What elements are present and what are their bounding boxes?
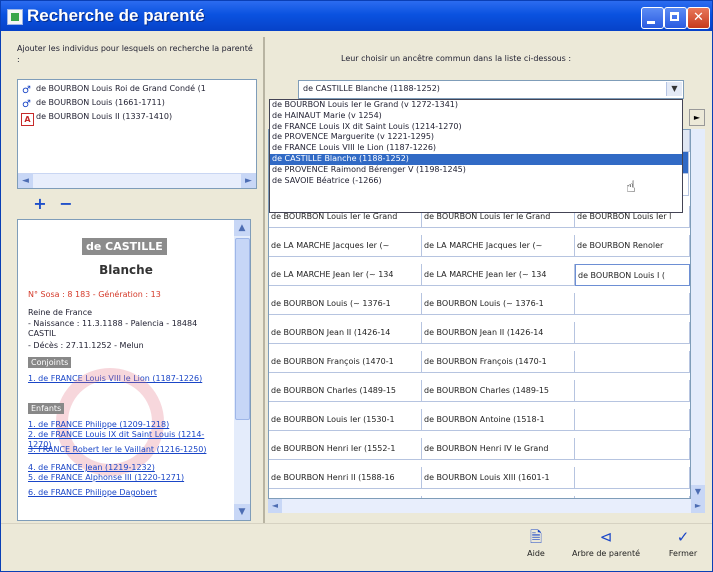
- help-button-label: Aide: [527, 549, 545, 558]
- scroll-down-icon[interactable]: ▼: [234, 504, 250, 520]
- grid-cell[interactable]: de BOURBON Henri II (1588-16: [269, 467, 422, 489]
- ancestor-select-value: de CASTILLE Blanche (1188-1252): [303, 84, 440, 93]
- title-bar: Recherche de parenté ✕: [1, 1, 712, 31]
- scroll-right-icon[interactable]: ►: [241, 174, 256, 188]
- individual-label: de BOURBON Louis Roi de Grand Condé (1: [36, 84, 206, 93]
- window-title: Recherche de parenté: [27, 6, 205, 25]
- dropdown-option[interactable]: de BOURBON Louis Ier le Grand (v 1272-13…: [270, 100, 682, 111]
- grid-cell[interactable]: de BOURBON Renoler: [575, 235, 690, 257]
- relationship-tree-button[interactable]: ⊲ Arbre de parenté: [566, 528, 646, 568]
- grid-cell[interactable]: de BOURBON Jean II (1426-14: [422, 322, 575, 344]
- individual-label: de BOURBON Louis (1661-1711): [36, 98, 165, 107]
- grid-cell[interactable]: de BOURBON Jean II (1426-14: [269, 322, 422, 344]
- child-link[interactable]: 6. de FRANCE Philippe Dagobert: [28, 488, 218, 498]
- individual-item[interactable]: ♂ de BOURBON Louis (1661-1711): [18, 98, 256, 112]
- dropdown-option[interactable]: de FRANCE Louis VIII le Lion (1187-1226): [270, 143, 682, 154]
- panel-splitter[interactable]: [263, 37, 265, 524]
- grid-cell[interactable]: de BOURBON Louis (~ 1376-1: [269, 293, 422, 315]
- individual-card: de CASTILLE Blanche N° Sosa : 8 183 - Gé…: [17, 219, 251, 521]
- scroll-left-icon[interactable]: ◄: [18, 174, 33, 188]
- grid-cell[interactable]: de BOURBON François (1470-1: [422, 351, 575, 373]
- child-link[interactable]: 4. de FRANCE Jean (1219-1232): [28, 463, 218, 473]
- grid-hscrollbar[interactable]: ◄ ►: [268, 499, 705, 513]
- button-bar: 🗎 Aide ⊲ Arbre de parenté ✓ Fermer: [1, 523, 712, 571]
- mouse-cursor-icon: ☝: [626, 177, 636, 196]
- grid-cell[interactable]: [575, 467, 690, 489]
- grid-cell[interactable]: [575, 409, 690, 431]
- grid-cell[interactable]: de BOURBON Henri Ier (1552-1: [269, 438, 422, 460]
- individuals-header: Ajouter les individus pour lesquels on r…: [17, 44, 253, 64]
- scroll-thumb[interactable]: [235, 238, 250, 420]
- document-icon: 🗎: [529, 528, 543, 546]
- close-button[interactable]: ✓ Fermer: [665, 528, 701, 568]
- tree-icon: ⊲: [599, 528, 613, 546]
- dropdown-option[interactable]: de FRANCE Louis IX dit Saint Louis (1214…: [270, 122, 682, 133]
- children-header: Enfants: [28, 403, 65, 414]
- grid-cell[interactable]: de BOURBON Louis I (: [575, 264, 690, 286]
- relationship-search-window: Recherche de parenté ✕ Ajouter les indiv…: [0, 0, 713, 572]
- maximize-button[interactable]: [664, 7, 687, 29]
- individual-item[interactable]: Ade BOURBON Louis II (1337-1410): [18, 112, 256, 126]
- individual-label: de BOURBON Louis II (1337-1410): [36, 112, 173, 121]
- dropdown-option[interactable]: de SAVOIE Béatrice (-1266): [270, 176, 682, 187]
- help-button[interactable]: 🗎 Aide: [521, 528, 551, 568]
- grid-cell[interactable]: de LA MARCHE Jean Ier (~ 134: [269, 264, 422, 286]
- grid-nav-right-button[interactable]: ►: [689, 109, 705, 126]
- grid-cell[interactable]: de BOURBON Henri IV le Grand: [422, 438, 575, 460]
- individuals-list: ♂ de BOURBON Louis Roi de Grand Condé (1 ♂…: [17, 79, 257, 189]
- close-window-button[interactable]: ✕: [687, 7, 710, 29]
- dropdown-option[interactable]: de CASTILLE Blanche (1188-1252): [270, 153, 682, 165]
- card-surname: de CASTILLE: [82, 238, 167, 255]
- child-link[interactable]: 1. de FRANCE Philippe (1209-1218): [28, 420, 218, 430]
- scroll-left-icon[interactable]: ◄: [268, 499, 282, 513]
- grid-cell[interactable]: de LA MARCHE Jean Ier (~ 134: [422, 264, 575, 286]
- grid-cell[interactable]: de BOURBON Louis Ier (1530-1: [269, 409, 422, 431]
- relationship-tree-button-label: Arbre de parenté: [571, 549, 641, 558]
- add-individual-button[interactable]: +: [31, 196, 49, 212]
- grid-cell[interactable]: de BOURBON Louis (~ 1376-1: [422, 293, 575, 315]
- app-icon: [7, 9, 23, 25]
- card-title: Reine de France: [28, 308, 93, 317]
- minimize-button[interactable]: [641, 7, 664, 29]
- grid-cell[interactable]: [575, 351, 690, 373]
- grid-vscrollbar[interactable]: ▼: [691, 129, 705, 499]
- grid-cell[interactable]: [575, 322, 690, 344]
- individual-item[interactable]: ♂ de BOURBON Louis Roi de Grand Condé (1: [18, 84, 256, 98]
- grid-cell[interactable]: de LA MARCHE Jacques Ier (~: [269, 235, 422, 257]
- spouse-header: Conjoints: [28, 357, 72, 368]
- ancestor-select[interactable]: de CASTILLE Blanche (1188-1252) ▼: [298, 80, 684, 99]
- child-link[interactable]: 5. de FRANCE Alphonse III (1220-1271): [28, 473, 218, 483]
- chevron-down-icon[interactable]: ▼: [666, 82, 682, 96]
- close-button-label: Fermer: [668, 549, 698, 558]
- ancestor-header: Leur choisir un ancêtre commun dans la l…: [341, 54, 572, 63]
- scroll-down-icon[interactable]: ▼: [691, 485, 705, 499]
- dropdown-option[interactable]: de PROVENCE Marguerite (v 1221-1295): [270, 132, 682, 143]
- card-death: - Décès : 27.11.1252 - Melun: [28, 341, 144, 350]
- grid-cell[interactable]: de BOURBON Charles (1489-15: [269, 380, 422, 402]
- grid-cell[interactable]: [575, 438, 690, 460]
- grid-cell[interactable]: [575, 380, 690, 402]
- dropdown-option[interactable]: de HAINAUT Marie (v 1254): [270, 111, 682, 122]
- card-sosa: N° Sosa : 8 183 - Génération : 13: [28, 290, 161, 299]
- remove-individual-button[interactable]: −: [57, 196, 75, 212]
- a-icon: A: [21, 113, 34, 126]
- card-birth: - Naissance : 11.3.1188 - Palencia - 184…: [28, 319, 198, 338]
- checkmark-icon: ✓: [676, 528, 690, 546]
- child-link[interactable]: 3. FRANCE Robert Ier le Vaillant (1216-1…: [28, 445, 218, 455]
- male-icon: ♂: [22, 99, 31, 110]
- dropdown-option[interactable]: de PROVENCE Raimond Bérenger V (1198-124…: [270, 165, 682, 176]
- card-firstname: Blanche: [99, 263, 153, 277]
- grid-cell[interactable]: de LA MARCHE Jacques Ier (~: [422, 235, 575, 257]
- grid-cell[interactable]: de BOURBON François (1470-1: [269, 351, 422, 373]
- grid-cell[interactable]: de BOURBON Louis XIII (1601-1: [422, 467, 575, 489]
- male-icon: ♂: [22, 85, 31, 96]
- grid-cell[interactable]: de BOURBON Antoine (1518-1: [422, 409, 575, 431]
- scroll-up-icon[interactable]: ▲: [234, 220, 250, 236]
- scroll-right-icon[interactable]: ►: [691, 499, 705, 513]
- card-vscrollbar[interactable]: ▲ ▼: [234, 220, 250, 520]
- ancestor-dropdown-list[interactable]: de BOURBON Louis Ier le Grand (v 1272-13…: [269, 99, 683, 213]
- grid-cell[interactable]: [575, 293, 690, 315]
- grid-cell[interactable]: de BOURBON Charles (1489-15: [422, 380, 575, 402]
- individuals-hscrollbar[interactable]: ◄ ►: [18, 173, 256, 188]
